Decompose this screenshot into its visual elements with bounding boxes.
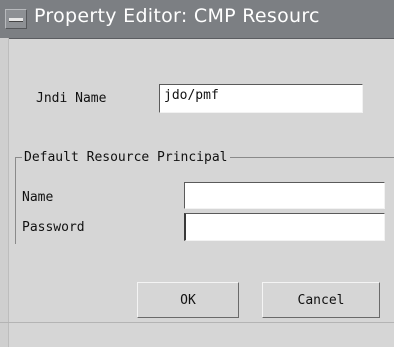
ok-button-label: OK bbox=[180, 292, 196, 308]
window-menu-icon bbox=[9, 18, 23, 22]
cancel-button-label: Cancel bbox=[297, 292, 345, 308]
window-menu-button[interactable] bbox=[5, 9, 27, 29]
principal-name-input[interactable] bbox=[184, 182, 385, 209]
principal-name-label: Name bbox=[22, 190, 54, 205]
password-input[interactable] bbox=[184, 213, 385, 241]
jndi-name-input[interactable]: jdo/pmf bbox=[159, 84, 363, 113]
title-bar[interactable]: Property Editor: CMP Resourc bbox=[0, 0, 394, 39]
jndi-name-label: Jndi Name bbox=[36, 91, 107, 106]
property-editor-window: Property Editor: CMP Resourc Jndi Name j… bbox=[0, 0, 394, 347]
ok-button[interactable]: OK bbox=[137, 282, 239, 318]
window-title: Property Editor: CMP Resourc bbox=[34, 5, 320, 27]
window-left-border bbox=[0, 38, 9, 347]
cancel-button[interactable]: Cancel bbox=[262, 282, 380, 318]
group-title: Default Resource Principal bbox=[22, 150, 230, 165]
password-label: Password bbox=[22, 220, 85, 235]
bottom-divider bbox=[0, 322, 394, 323]
